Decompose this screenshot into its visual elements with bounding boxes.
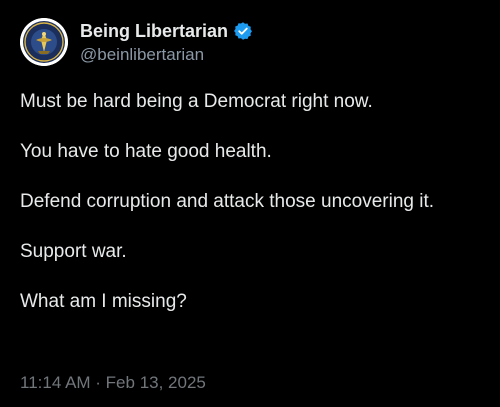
tweet-paragraph: Support war. — [20, 241, 127, 262]
tweet-timestamp[interactable]: 11:14 AM · Feb 13, 2025 — [20, 372, 206, 394]
tweet-paragraph: Defend corruption and attack those uncov… — [20, 191, 435, 212]
tweet-paragraph: You have to hate good health. — [20, 141, 272, 162]
tweet-paragraph: Must be hard being a Democrat right now. — [20, 91, 373, 112]
author-display-name[interactable]: Being Libertarian — [80, 19, 228, 43]
avatar[interactable] — [20, 18, 68, 66]
tweet-body: Must be hard being a Democrat right now.… — [20, 90, 490, 340]
tweet: Being Libertarian @beinlibertarian Must … — [0, 0, 500, 407]
libertarian-seal-icon — [20, 18, 68, 66]
tweet-paragraph: What am I missing? — [20, 291, 187, 312]
author-handle[interactable]: @beinlibertarian — [80, 44, 253, 66]
author-name-row: Being Libertarian — [80, 19, 253, 43]
verified-badge-icon — [233, 21, 253, 41]
tweet-header: Being Libertarian @beinlibertarian — [20, 18, 253, 66]
author-identity: Being Libertarian @beinlibertarian — [80, 19, 253, 66]
